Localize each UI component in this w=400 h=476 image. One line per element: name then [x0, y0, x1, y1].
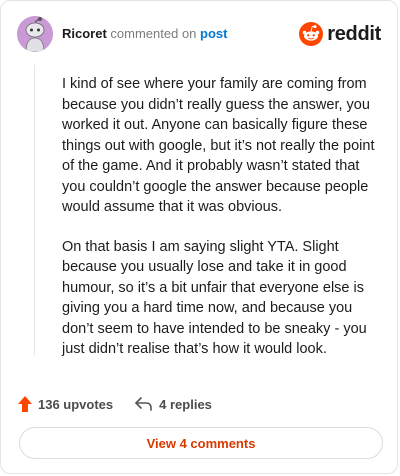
thread-line [34, 65, 35, 355]
upvote-stat[interactable]: 136 upvotes [18, 396, 113, 412]
reply-arrow-icon [135, 397, 152, 411]
comment-paragraph-1: I kind of see where your family are comi… [62, 76, 375, 215]
comment-card: Ricoret commented on post reddit I kind … [0, 0, 398, 474]
username[interactable]: Ricoret [62, 26, 107, 41]
comment-header: Ricoret commented on post reddit [17, 16, 381, 52]
comment-stats: 136 upvotes 4 replies [18, 393, 381, 415]
view-comments-button[interactable]: View 4 comments [19, 427, 383, 459]
comment-meta: Ricoret commented on post [62, 26, 228, 42]
reply-stat[interactable]: 4 replies [135, 397, 212, 412]
post-link[interactable]: post [200, 26, 227, 41]
reddit-logo-icon [299, 22, 324, 46]
snoo-avatar-icon[interactable] [17, 16, 53, 52]
upvote-arrow-icon [18, 396, 32, 412]
reddit-brand[interactable]: reddit [299, 22, 381, 46]
comment-paragraph-2: On that basis I am saying slight YTA. Sl… [62, 238, 367, 358]
upvote-count: 136 upvotes [38, 396, 114, 412]
action-text: commented on [110, 26, 197, 41]
comment-body: I kind of see where your family are comi… [62, 74, 380, 379]
brand-wordmark: reddit [327, 22, 381, 45]
reply-count: 4 replies [159, 396, 212, 412]
